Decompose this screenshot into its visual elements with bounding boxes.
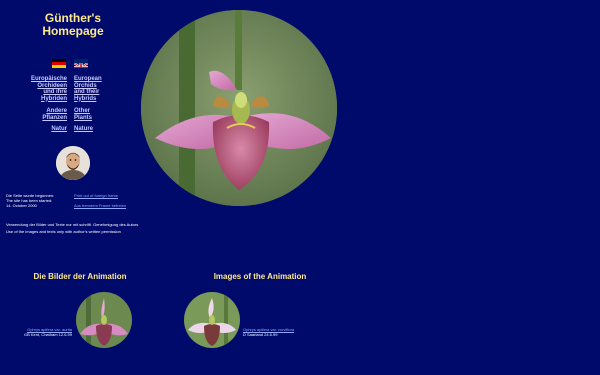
start-date: 14. October 2000 — [6, 203, 37, 208]
copyright-de: Verwendung der Bilder und Texte nur mit … — [6, 222, 139, 227]
orchid-thumbnail-right[interactable] — [184, 292, 240, 348]
animation-heading-de: Die Bilder der Animation — [33, 272, 127, 281]
page-title: Günther's Homepage — [18, 12, 128, 38]
title-line-2: Homepage — [42, 24, 104, 38]
nav-link-nature-en[interactable]: Nature — [74, 126, 124, 133]
nav-link-other-plants-en[interactable]: Other Plants — [74, 108, 124, 121]
site-start-info: Die Seite wurde begonnen: The site has b… — [6, 193, 72, 208]
british-flag-icon[interactable] — [74, 59, 88, 68]
left-location: GB Kent, Chatham 12.6.99 — [23, 332, 72, 337]
nav-link-european-orchids-de[interactable]: Europäische Orchideen und ihre Hybriden — [20, 76, 67, 102]
left-caption: Ophrys apifera var. aurita GB Kent, Chat… — [6, 327, 72, 337]
nav-text: Plants — [74, 114, 93, 121]
nav-link-nature-de[interactable]: Natur — [20, 126, 67, 133]
right-location: D Saarland 24.5.99 — [243, 332, 278, 337]
exit-frame-link[interactable]: Aus fremdem Frame befreien — [74, 203, 174, 208]
nav-text: Pflanzen — [42, 114, 67, 121]
print-frame-link[interactable]: Print out of foreign frame — [74, 193, 174, 198]
german-flag-icon[interactable] — [52, 59, 66, 68]
nav-link-other-plants-de[interactable]: Andere Pflanzen — [20, 108, 67, 121]
orchid-thumbnail-left[interactable] — [76, 292, 132, 348]
author-avatar — [56, 146, 90, 180]
nav-text: Hybriden — [40, 95, 67, 102]
main-orchid-photo — [141, 10, 337, 206]
right-caption: Ophrys apifera var. curviflora D Saarlan… — [243, 327, 343, 337]
nav-link-european-orchids-en[interactable]: European Orchids and their Hybrids — [74, 76, 124, 102]
copyright-en: Use of the images and texts only with au… — [6, 229, 121, 234]
nav-text: Hybrids — [74, 95, 97, 102]
animation-heading-en: Images of the Animation — [213, 272, 307, 281]
